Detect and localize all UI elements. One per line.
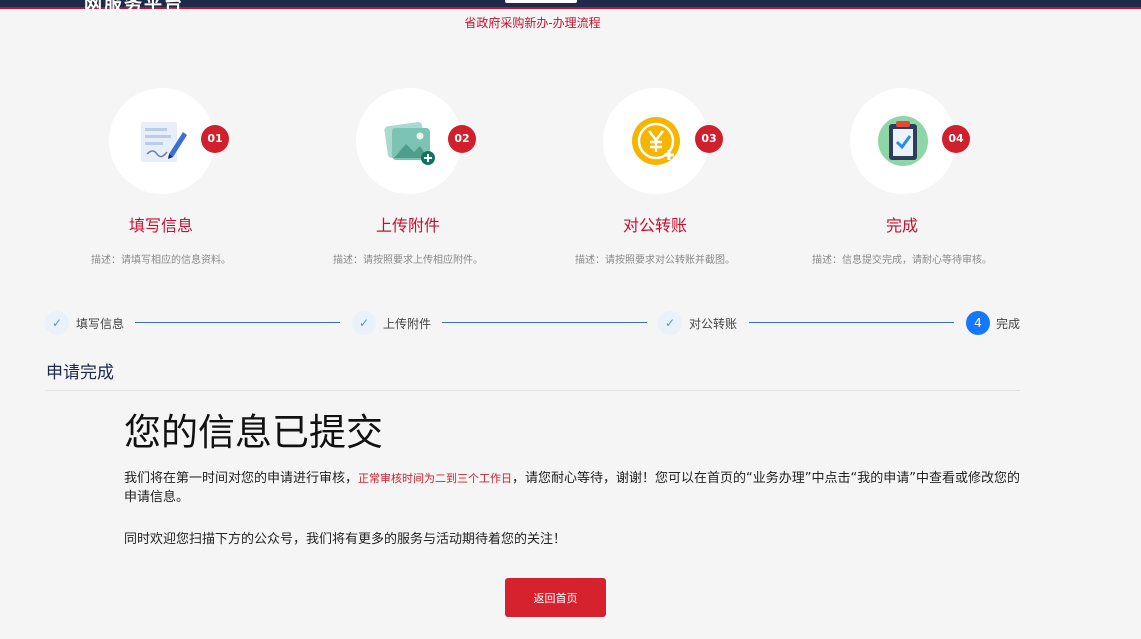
step-badge: 02 — [448, 125, 476, 153]
progress-label: 完成 — [996, 317, 1021, 331]
review-time-highlight: 正常审核时间为二到三个工作日 — [358, 472, 513, 485]
page-title: 省政府采购新办-办理流程 — [464, 16, 601, 30]
step-name: 完成 — [885, 216, 918, 235]
step-name: 填写信息 — [128, 216, 193, 235]
step-name: 上传附件 — [375, 216, 440, 235]
clipboard-check-icon — [878, 116, 928, 166]
step-badge: 04 — [942, 125, 970, 153]
completion-heading: 您的信息已提交 — [124, 411, 383, 454]
section-title: 申请完成 — [46, 363, 114, 383]
yuan-coin-icon — [632, 117, 680, 165]
progress-label: 对公转账 — [689, 317, 738, 331]
step-icon-circle — [603, 88, 709, 194]
section-divider — [46, 390, 1020, 391]
nav-tab-indicator[interactable] — [505, 0, 577, 3]
step-icon-circle — [850, 88, 956, 194]
progress-check-icon: ✓ — [45, 311, 69, 335]
message-text: 我们将在第一时间对您的申请进行审核， — [124, 471, 359, 486]
form-icon — [141, 122, 187, 162]
progress-label: 上传附件 — [383, 317, 432, 331]
follow-message: 同时欢迎您扫描下方的公众号，我们将有更多的服务与活动期待着您的关注！ — [124, 532, 567, 547]
progress-check-icon: ✓ — [352, 311, 376, 335]
progress-connector — [749, 322, 954, 323]
step-description: 描述：请按照要求对公转账并截图。 — [575, 255, 735, 266]
progress-label: 填写信息 — [76, 317, 125, 331]
progress-connector — [442, 322, 647, 323]
step-description: 描述：信息提交完成，请耐心等待审核。 — [812, 255, 992, 266]
step-icon-circle — [109, 88, 215, 194]
step-icon-circle — [356, 88, 462, 194]
progress-check-icon: ✓ — [658, 311, 682, 335]
return-home-button[interactable]: 返回首页 — [505, 578, 606, 617]
completion-message: 我们将在第一时间对您的申请进行审核，正常审核时间为二到三个工作日，请您耐心等待，… — [124, 469, 1024, 507]
step-badge: 03 — [695, 125, 723, 153]
step-name: 对公转账 — [622, 216, 687, 235]
upload-image-icon — [384, 122, 435, 165]
progress-current-step: 4 — [966, 311, 990, 335]
step-description: 描述：请按照要求上传相应附件。 — [333, 255, 483, 266]
step-badge: 01 — [201, 125, 229, 153]
step-description: 描述：请填写相应的信息资料。 — [91, 255, 231, 266]
progress-connector — [135, 322, 340, 323]
